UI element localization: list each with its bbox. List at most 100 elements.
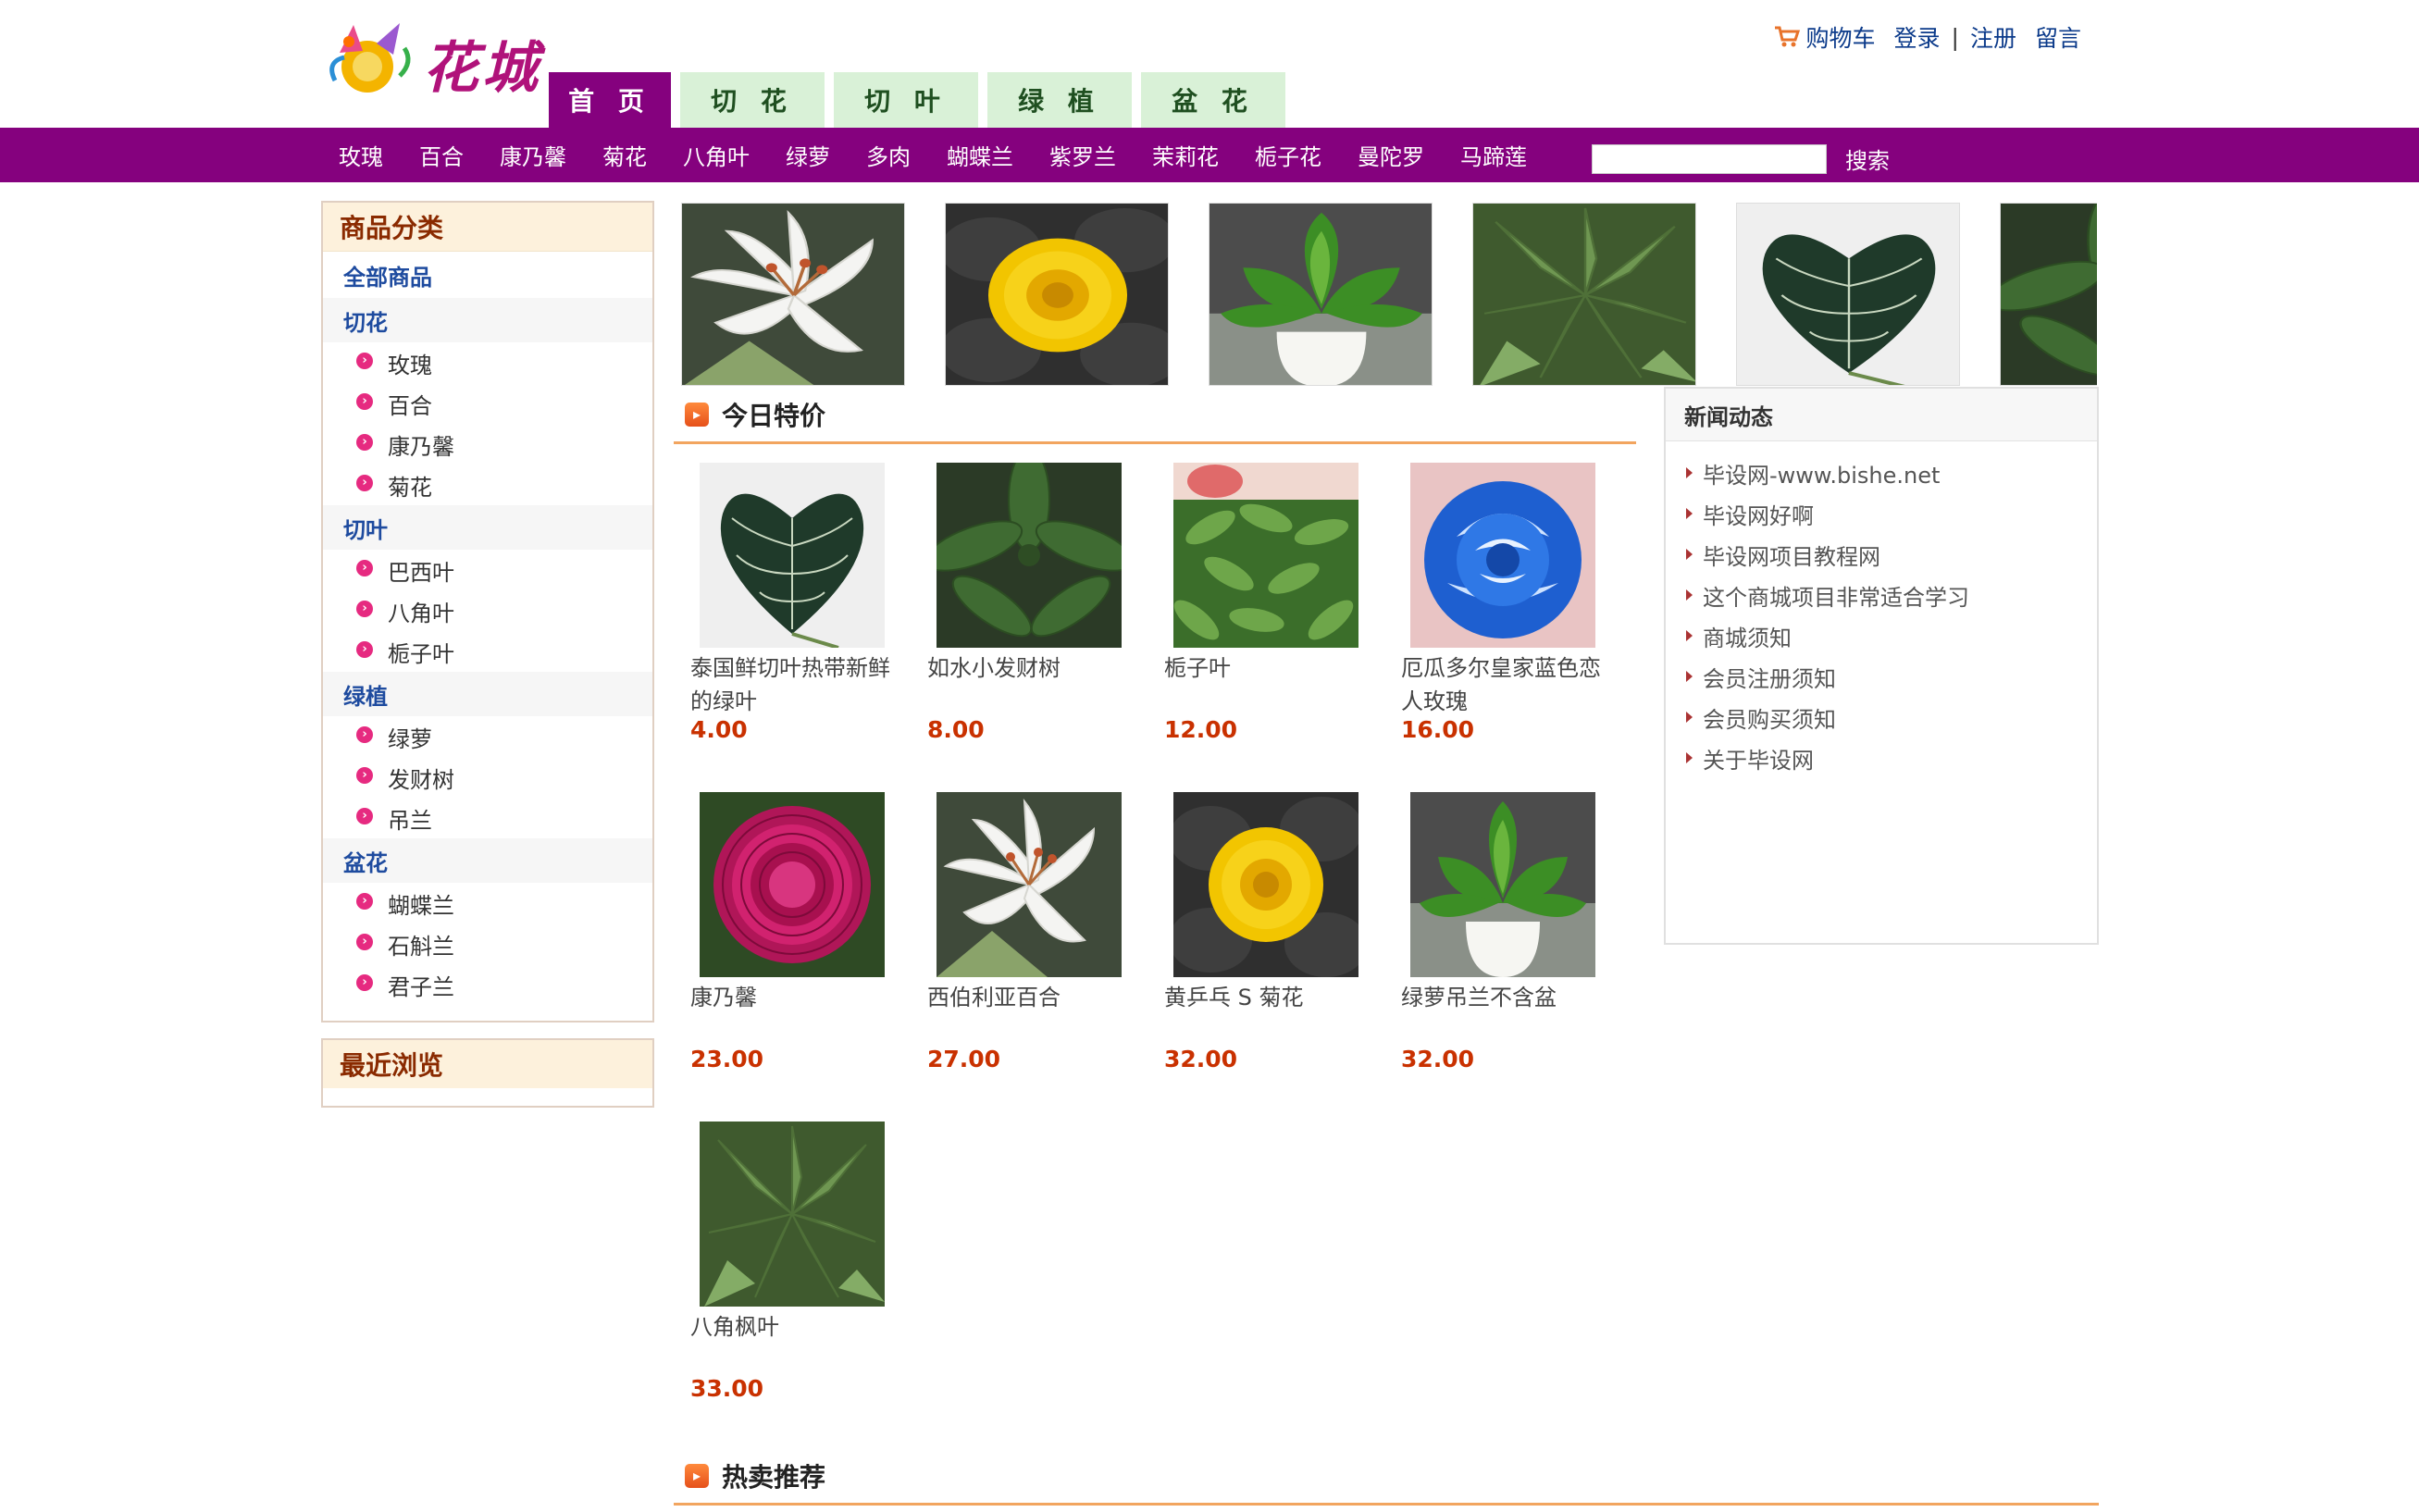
sidebar-item-spider-plant[interactable]: › 吊兰 [323,798,652,838]
news-item[interactable]: 这个商城项目非常适合学习 [1666,575,2097,615]
sidebar-all-products[interactable]: 全部商品 [323,252,652,298]
news-item[interactable]: 毕设网好啊 [1666,493,2097,534]
schefflera-photo [2001,204,2097,386]
sidebar-group-cut-flowers[interactable]: 切花 [323,298,652,342]
featured-photo[interactable] [1472,203,1696,386]
nav-category-orchid[interactable]: 蝴蝶兰 [947,139,1013,171]
nav-category-violet[interactable]: 紫罗兰 [1049,139,1116,171]
product-name[interactable]: 泰国鲜切叶热带新鲜的绿叶 [690,651,905,718]
tab-cut-leaves[interactable]: 切 叶 [834,72,978,128]
sidebar-item-phalaenopsis[interactable]: › 蝴蝶兰 [323,883,652,923]
nav-category-datura[interactable]: 曼陀罗 [1358,139,1424,171]
site-logo[interactable]: 花城 [321,16,543,101]
sidebar-item-chrysanthemum[interactable]: › 菊花 [323,465,652,505]
tab-home[interactable]: 首 页 [549,72,671,128]
product-image[interactable] [1410,463,1595,648]
product-card[interactable]: 黄乒乓 S 菊花 32.00 [1164,792,1379,1072]
news-item-label: 关于毕设网 [1703,747,1814,774]
nav-category-fatsia[interactable]: 八角叶 [683,139,750,171]
product-name[interactable]: 黄乒乓 S 菊花 [1164,981,1379,1047]
nav-category-carnation[interactable]: 康乃馨 [500,139,566,171]
featured-photo[interactable] [1209,203,1433,386]
sidebar-item-clivia[interactable]: › 君子兰 [323,964,652,1005]
product-name[interactable]: 八角枫叶 [690,1310,905,1377]
product-image[interactable] [937,463,1122,648]
product-name[interactable]: 绿萝吊兰不含盆 [1401,981,1616,1047]
product-name[interactable]: 厄瓜多尔皇家蓝色恋人玫瑰 [1401,651,1616,718]
tab-green-plants[interactable]: 绿 植 [987,72,1132,128]
news-item[interactable]: 商城须知 [1666,615,2097,656]
product-image[interactable] [700,1122,885,1307]
sidebar-item-label: 百合 [388,392,432,419]
sidebar-group-cut-leaves[interactable]: 切叶 [323,505,652,550]
message-link[interactable]: 留言 [2035,20,2081,54]
sidebar-item-lily[interactable]: › 百合 [323,383,652,424]
nav-category-lily[interactable]: 百合 [419,139,464,171]
product-name[interactable]: 栀子叶 [1164,651,1379,718]
product-image[interactable] [700,792,885,977]
sidebar-item-label: 栀子叶 [388,640,454,667]
featured-photo[interactable] [681,203,905,386]
product-card[interactable]: 厄瓜多尔皇家蓝色恋人玫瑰 16.00 [1401,463,1616,743]
nav-category-calla[interactable]: 马蹄莲 [1460,139,1527,171]
news-item[interactable]: 毕设网项目教程网 [1666,534,2097,575]
nav-category-jasmine[interactable]: 茉莉花 [1152,139,1219,171]
search-input[interactable] [1592,144,1827,174]
sidebar-group-potted-flowers[interactable]: 盆花 [323,838,652,883]
sidebar-group-green-plants[interactable]: 绿植 [323,672,652,716]
sidebar-item-carnation[interactable]: › 康乃馨 [323,424,652,465]
login-link[interactable]: 登录 [1894,20,1941,54]
product-image[interactable] [1173,792,1358,977]
nav-category-pothos[interactable]: 绿萝 [786,139,830,171]
sidebar-item-gardenia-leaf[interactable]: › 栀子叶 [323,631,652,672]
nav-category-succulent[interactable]: 多肉 [866,139,911,171]
product-name[interactable]: 西伯利亚百合 [927,981,1142,1047]
featured-photo[interactable] [945,203,1169,386]
product-card[interactable]: 栀子叶 12.00 [1164,463,1379,743]
news-item[interactable]: 关于毕设网 [1666,737,2097,778]
product-card[interactable]: 泰国鲜切叶热带新鲜的绿叶 4.00 [690,463,905,743]
search-button[interactable]: 搜索 [1845,143,1890,175]
bullet-arrow-icon: › [356,808,373,824]
news-item[interactable]: 会员购买须知 [1666,697,2097,737]
section-header-hot: ▸ 热卖推荐 [685,1457,825,1494]
product-name[interactable]: 如水小发财树 [927,651,1142,718]
news-panel: 新闻动态 毕设网-www.bishe.net 毕设网好啊 毕设网项目教程网 这个… [1664,387,2099,945]
tab-potted-flowers[interactable]: 盆 花 [1141,72,1285,128]
nav-category-chrysanthemum[interactable]: 菊花 [602,139,647,171]
sidebar-item-money-tree[interactable]: › 发财树 [323,757,652,798]
shopping-cart-icon[interactable] [1773,25,1801,49]
bullet-arrow-icon: › [356,641,373,658]
sidebar-item-pothos[interactable]: › 绿萝 [323,716,652,757]
nav-category-rose[interactable]: 玫瑰 [339,139,383,171]
sidebar-item-fatsia-leaf[interactable]: › 八角叶 [323,590,652,631]
sidebar-item-label: 绿萝 [388,725,432,752]
featured-photo[interactable] [2000,203,2097,386]
sidebar-item-label: 菊花 [388,474,432,501]
sidebar-item-brazil-leaf[interactable]: › 巴西叶 [323,550,652,590]
featured-photo[interactable] [1736,203,1960,386]
cart-link[interactable]: 购物车 [1806,20,1876,54]
section-divider [674,441,1636,444]
news-item[interactable]: 毕设网-www.bishe.net [1666,452,2097,493]
sidebar-item-dendrobium[interactable]: › 石斛兰 [323,923,652,964]
sidebar-title: 商品分类 [323,203,652,252]
product-name[interactable]: 康乃馨 [690,981,905,1047]
product-price: 8.00 [927,716,985,743]
category-links: 玫瑰 百合 康乃馨 菊花 八角叶 绿萝 多肉 蝴蝶兰 紫罗兰 茉莉花 栀子花 曼… [339,128,1563,182]
product-image[interactable] [1410,792,1595,977]
news-item[interactable]: 会员注册须知 [1666,656,2097,697]
product-card[interactable]: 康乃馨 23.00 [690,792,905,1072]
sidebar-item-rose[interactable]: › 玫瑰 [323,342,652,383]
product-card[interactable]: 西伯利亚百合 27.00 [927,792,1142,1072]
product-image[interactable] [1173,463,1358,648]
tab-cut-flowers[interactable]: 切 花 [680,72,825,128]
register-link[interactable]: 注册 [1970,20,2016,54]
product-card[interactable]: 绿萝吊兰不含盆 32.00 [1401,792,1616,1072]
product-card[interactable]: 八角枫叶 33.00 [690,1122,905,1402]
product-image[interactable] [700,463,885,648]
product-image[interactable] [937,792,1122,977]
product-card[interactable]: 如水小发财树 8.00 [927,463,1142,743]
nav-category-gardenia[interactable]: 栀子花 [1255,139,1321,171]
sidebar-item-label: 君子兰 [388,973,454,1000]
